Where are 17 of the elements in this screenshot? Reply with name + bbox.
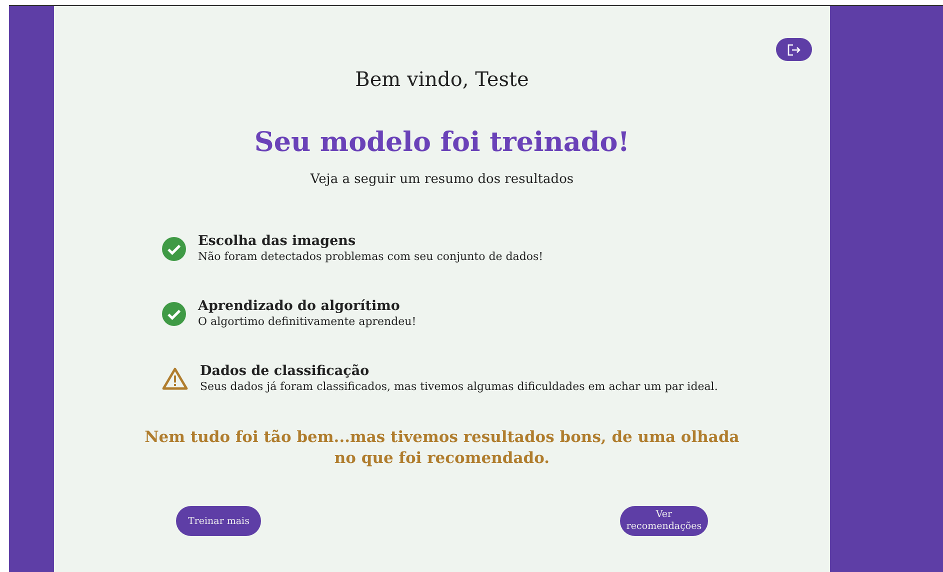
result-title: Aprendizado do algorítimo <box>198 298 401 314</box>
warning-icon <box>162 367 188 390</box>
result-description: O algortimo definitivamente aprendeu! <box>198 314 416 329</box>
check-icon <box>162 236 186 260</box>
recommendations-button[interactable]: Ver recomendações <box>620 506 708 536</box>
greeting: Bem vindo, Teste <box>355 67 529 91</box>
result-description: Não foram detectados problemas com seu conjunto de dados! <box>198 249 544 264</box>
conclusion-message: Nem tudo foi tão bem...mas tivemos resultados bons, de uma olhada no que foi recomendado. <box>144 426 740 468</box>
check-icon <box>162 302 186 326</box>
result-description: Seus dados já foram classificados, mas tivemos algumas dificuldades em achar um par ideal. <box>200 379 718 394</box>
logout-icon <box>787 44 801 56</box>
result-title: Escolha das imagens <box>198 233 357 249</box>
page-title: Seu modelo foi treinado! <box>254 127 630 158</box>
subtitle: Veja a seguir um resumo dos resultados <box>310 172 574 187</box>
train-more-button[interactable]: Treinar mais <box>176 506 262 536</box>
result-title: Dados de classificação <box>200 363 370 379</box>
logout-button[interactable] <box>776 38 812 61</box>
